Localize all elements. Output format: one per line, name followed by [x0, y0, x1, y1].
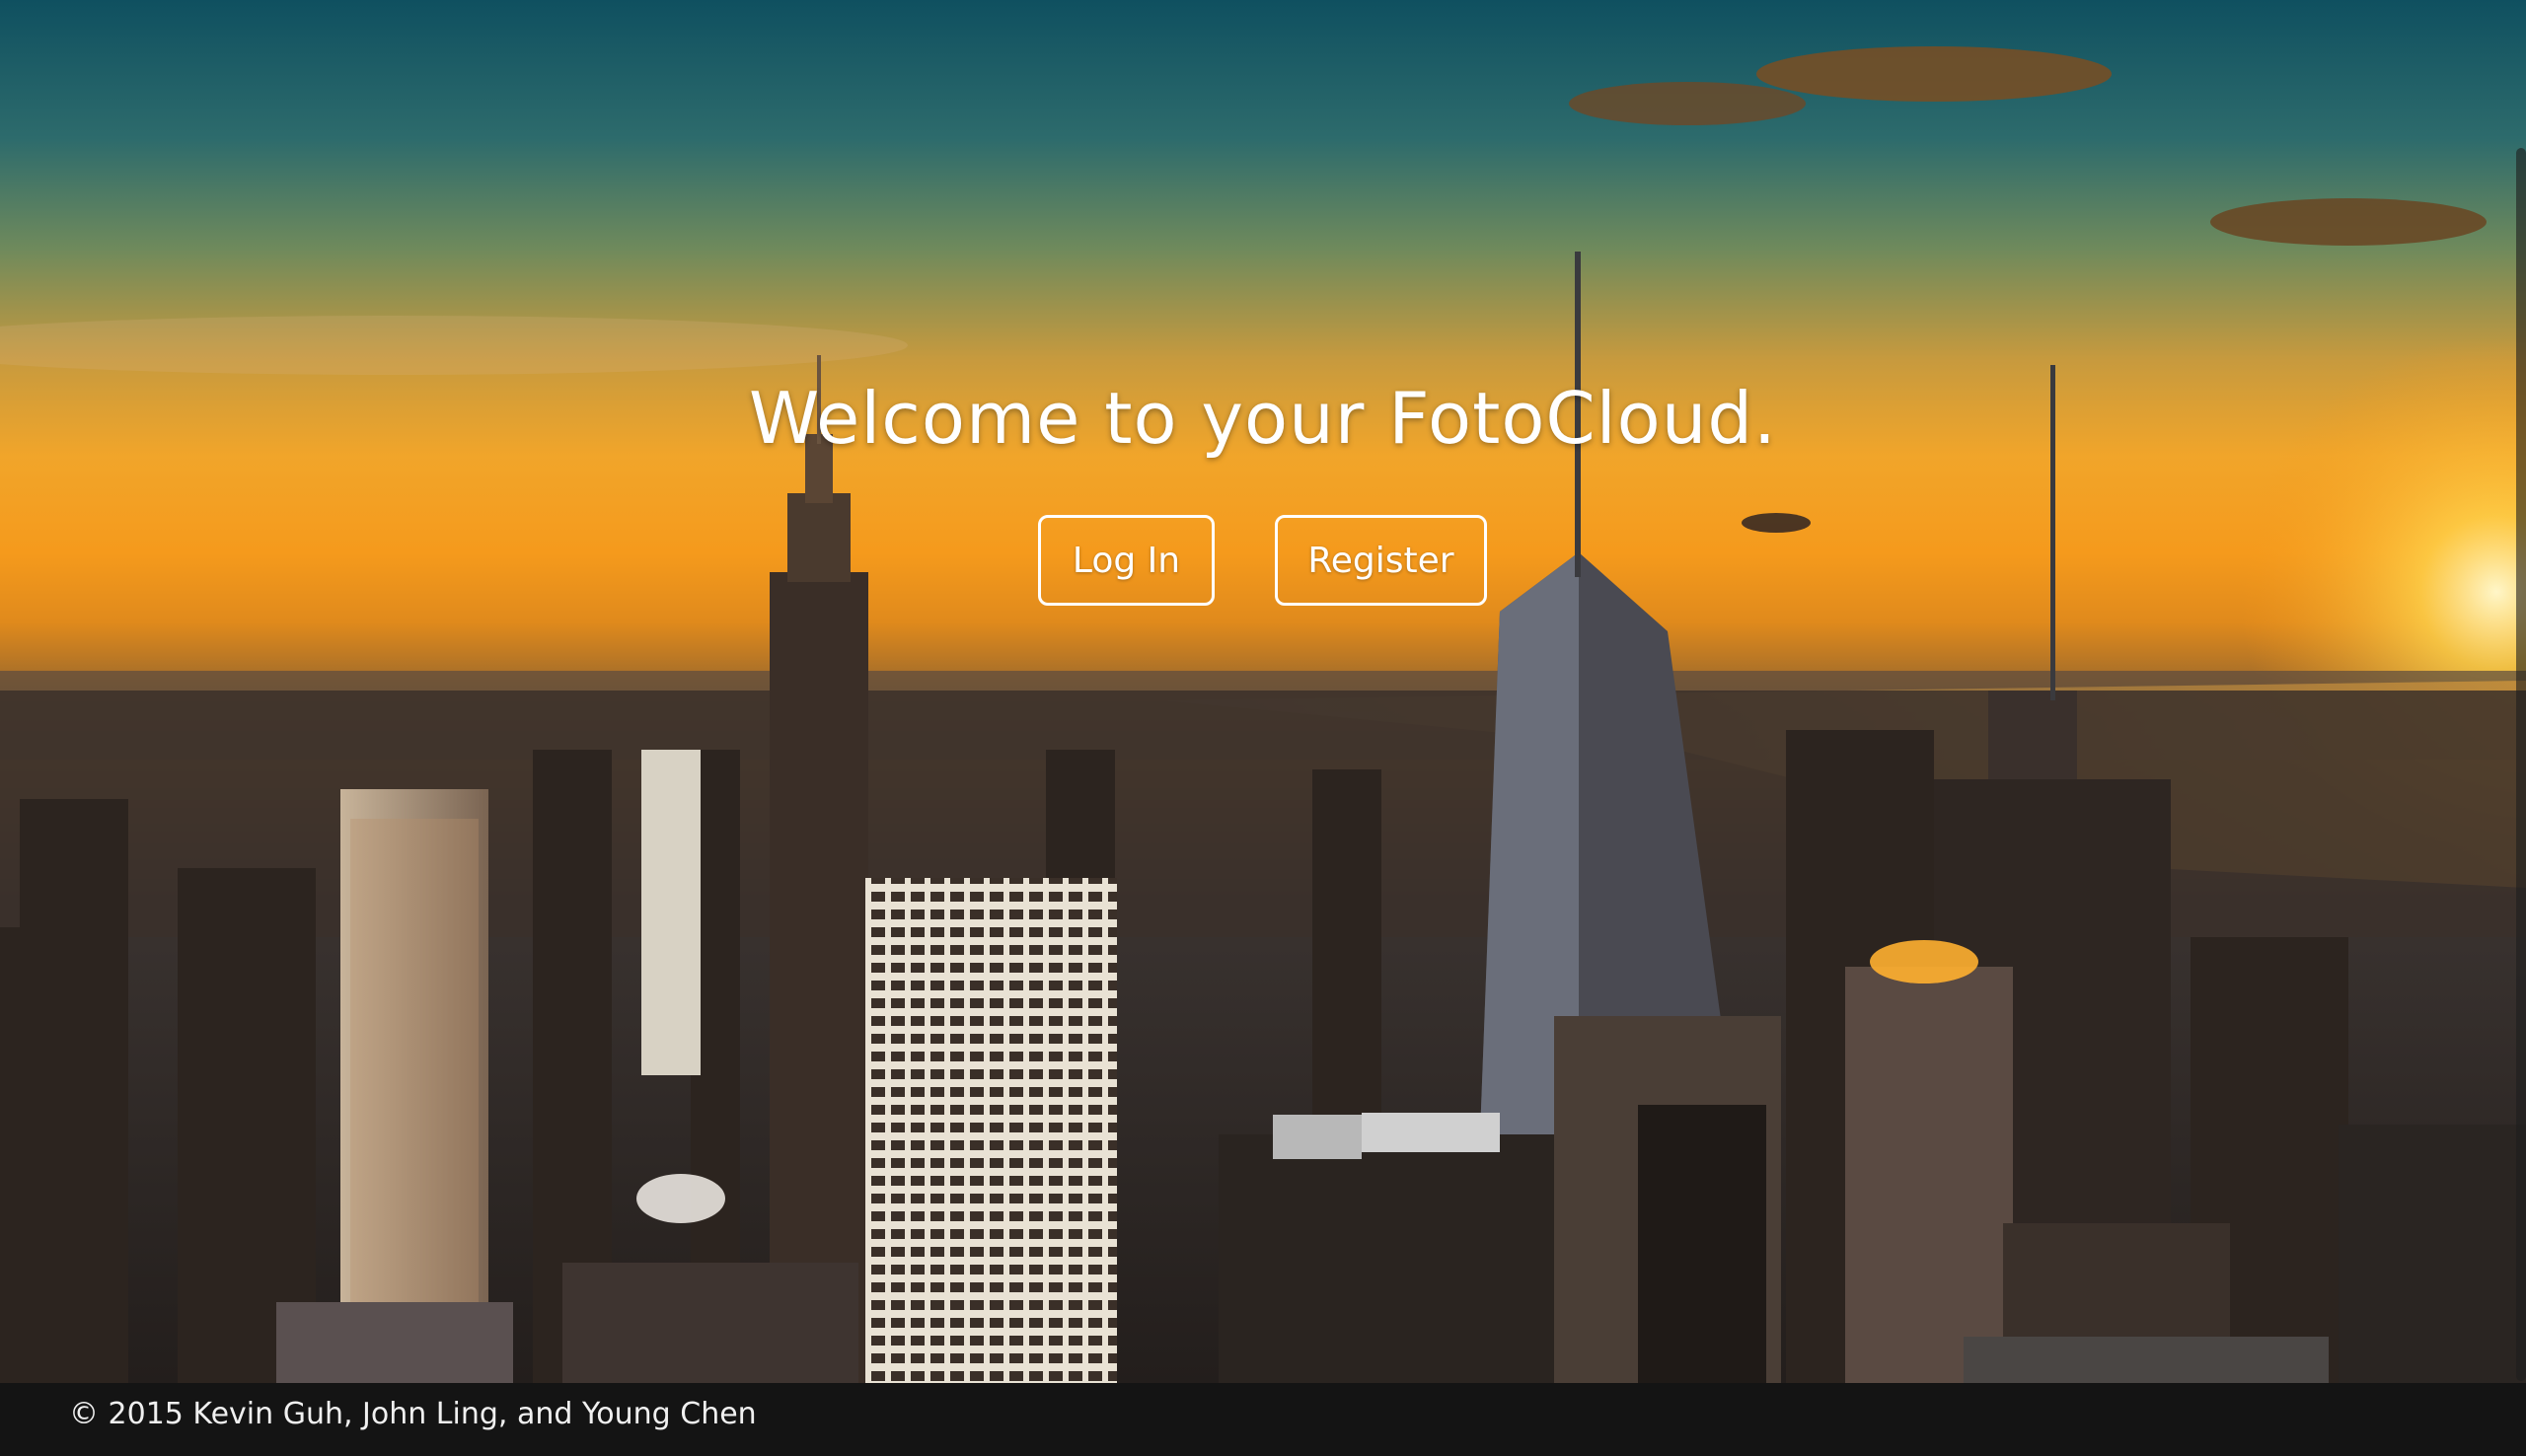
register-button[interactable]: Register [1275, 515, 1487, 606]
city-skyline-image [0, 46, 2526, 1383]
footer: © 2015 Kevin Guh, John Ling, and Young C… [0, 1383, 2526, 1456]
copyright-text: © 2015 Kevin Guh, John Ling, and Young C… [69, 1397, 757, 1431]
hero-background: Welcome to your FotoCloud. Log In Regist… [0, 0, 2526, 1383]
login-button[interactable]: Log In [1038, 515, 1215, 606]
welcome-heading: Welcome to your FotoCloud. [749, 377, 1777, 460]
scrollbar[interactable] [2516, 148, 2526, 1381]
landing-page: Welcome to your FotoCloud. Log In Regist… [0, 0, 2526, 1456]
